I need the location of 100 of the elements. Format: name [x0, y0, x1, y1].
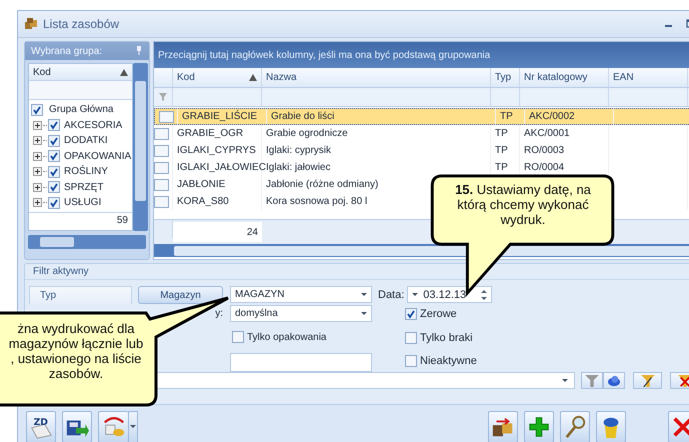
- column-header[interactable]: Nazwa: [262, 68, 491, 87]
- warehouse-button[interactable]: Magazyn: [138, 286, 223, 304]
- warehouse-dropdown[interactable]: MAGAZYN: [230, 286, 372, 303]
- field-label: y:: [214, 308, 223, 319]
- tree-item[interactable]: Grupa Główna: [29, 102, 132, 118]
- expand-icon[interactable]: [33, 198, 42, 208]
- table-row[interactable]: IGLAKI_CYPRYS Iglaki: cyprysik TP RO/0003: [154, 142, 689, 159]
- expand-icon[interactable]: [33, 152, 42, 161]
- table-row[interactable]: GRABIE_LIŚCIE Grabie do liści TP AKC/0002: [154, 108, 689, 125]
- type-header: Typ: [29, 286, 132, 304]
- table-cell: AKC/0001: [524, 128, 570, 139]
- table-cell: TP: [495, 162, 508, 173]
- caret-icon: [130, 425, 136, 429]
- horizontal-scrollbar[interactable]: [28, 235, 146, 249]
- filter-button[interactable]: [581, 372, 604, 389]
- search-icon: [563, 415, 587, 439]
- field-label: Data:: [378, 288, 404, 300]
- expand-icon[interactable]: [33, 182, 42, 192]
- expand-icon[interactable]: [33, 120, 42, 130]
- search-button[interactable]: [560, 411, 590, 442]
- checkbox[interactable]: [405, 332, 417, 344]
- checkbox[interactable]: [405, 308, 417, 320]
- delete-button[interactable]: [596, 411, 626, 442]
- table-cell: IGLAKI_JAŁOWIEC: [177, 162, 266, 173]
- table-cell: GRABIE_LIŚCIE: [182, 111, 258, 122]
- checkbox[interactable]: [48, 166, 60, 178]
- expand-icon[interactable]: [33, 136, 42, 146]
- tree-item[interactable]: AKCESORIA: [29, 118, 132, 133]
- checkbox[interactable]: [405, 355, 417, 367]
- dropdown-arrow-icon[interactable]: [562, 378, 568, 382]
- checkbox[interactable]: [48, 119, 60, 132]
- exchange-button[interactable]: [98, 411, 128, 442]
- tree-item[interactable]: DODATKI: [29, 133, 132, 148]
- tree-item[interactable]: USŁUGI: [29, 195, 132, 210]
- table-cell: TP: [495, 145, 508, 156]
- checkbox[interactable]: [154, 144, 169, 156]
- table-cell: Iglaki: cyprysik: [266, 145, 332, 156]
- dropdown-arrow-icon[interactable]: [412, 292, 418, 296]
- boxes-icon: [491, 415, 515, 439]
- export-button[interactable]: [62, 411, 92, 442]
- close-icon: [671, 415, 689, 439]
- table-cell: TP: [500, 111, 513, 122]
- plus-icon: [527, 415, 551, 439]
- table-row[interactable]: GRABIE_OGR Grabie ogrodnicze TP AKC/0001: [154, 125, 689, 142]
- table-cell: TP: [495, 128, 508, 139]
- boxes-icon: [24, 18, 38, 30]
- checkbox[interactable]: [48, 196, 60, 209]
- checkbox[interactable]: [232, 331, 244, 343]
- checkbox[interactable]: [48, 150, 60, 162]
- table-cell: IGLAKI_CYPRYS: [177, 145, 256, 156]
- window-title: Lista zasobów: [43, 17, 120, 31]
- table-cell: Iglaki: jałowiec: [266, 162, 330, 173]
- tree-item[interactable]: SPRZĘT: [29, 180, 132, 195]
- checkbox[interactable]: [31, 104, 43, 116]
- column-header[interactable]: Kod: [173, 68, 262, 87]
- panel-title: Wybrana grupa:: [31, 46, 104, 56]
- add-button[interactable]: [524, 411, 554, 442]
- dropdown-arrow-icon[interactable]: [361, 312, 367, 316]
- table-cell: KORA_S80: [177, 196, 229, 207]
- blob-icon: [607, 374, 622, 386]
- checkbox[interactable]: [154, 178, 169, 190]
- filter-mode-button[interactable]: [603, 372, 626, 389]
- table-cell: RO/0004: [524, 162, 564, 173]
- input-field[interactable]: [230, 353, 372, 372]
- dropdown-arrow-icon[interactable]: [361, 292, 367, 296]
- boxes-button[interactable]: [488, 411, 518, 442]
- group-hint: Przeciągnij tutaj nagłówek kolumny, jeśli ma ona być podstawą grupowania: [158, 50, 490, 60]
- table-cell: Jabłonie (różne odmiany): [266, 179, 378, 190]
- section-title: Filtr aktywny: [33, 266, 89, 277]
- date-field[interactable]: 03.12.13: [407, 286, 492, 303]
- checkbox[interactable]: [48, 181, 60, 194]
- tree-item[interactable]: OPAKOWANIA: [29, 148, 132, 164]
- table-cell: GRABIE_OGR: [177, 128, 244, 139]
- count-cell: 24: [173, 222, 262, 242]
- filter-edit-button[interactable]: [633, 372, 662, 389]
- column-header[interactable]: EAN: [609, 68, 688, 87]
- checkbox[interactable]: [159, 110, 174, 122]
- funnel-cross-icon: [678, 374, 689, 386]
- price-dropdown[interactable]: domyślna: [230, 305, 372, 322]
- table-cell: AKC/0002: [529, 111, 575, 122]
- table-cell: Grabie ogrodnicze: [266, 128, 348, 139]
- column-header[interactable]: Typ: [491, 68, 520, 87]
- checkbox-label: Tylko braki: [420, 332, 473, 344]
- coins-arrow-icon: [102, 415, 126, 439]
- dropdown-button[interactable]: [128, 411, 138, 442]
- checkbox-label: Tylko opakowania: [247, 332, 326, 342]
- table-cell: JABŁONIE: [177, 179, 226, 190]
- table-cell: Kora sosnowa poj. 80 l: [266, 196, 368, 207]
- checkbox[interactable]: [154, 196, 169, 208]
- spinner-icon[interactable]: [481, 288, 488, 300]
- checkbox[interactable]: [154, 162, 169, 174]
- expand-icon[interactable]: [33, 167, 42, 176]
- column-header[interactable]: Nr katalogowy: [520, 68, 609, 87]
- tree-item[interactable]: ROŚLINY: [29, 164, 132, 180]
- table-cell: Grabie do liści: [271, 111, 334, 122]
- column-header[interactable]: Kod: [29, 64, 132, 81]
- checkbox-label: Nieaktywne: [420, 355, 477, 367]
- checkbox[interactable]: [154, 128, 169, 140]
- checkbox[interactable]: [48, 134, 60, 147]
- vertical-scrollbar[interactable]: [133, 63, 148, 231]
